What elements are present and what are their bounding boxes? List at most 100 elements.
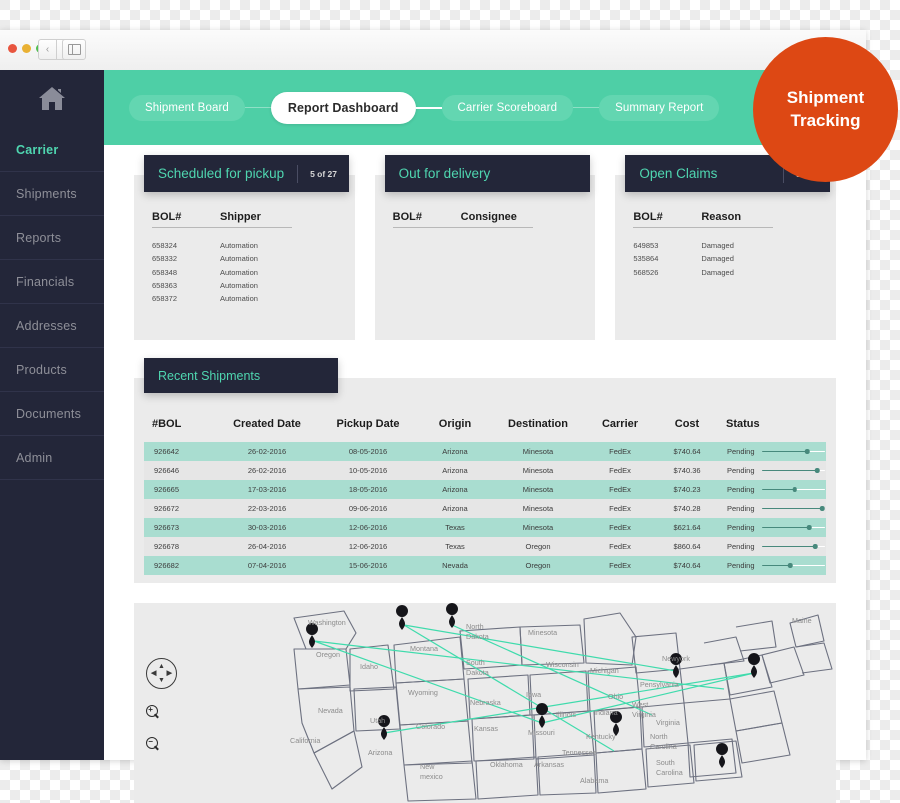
slider-fill xyxy=(761,564,791,567)
list-item[interactable]: 535864 Damaged xyxy=(633,252,836,265)
progress-slider[interactable] xyxy=(761,543,825,550)
svg-text:Oklahoma: Oklahoma xyxy=(490,760,523,769)
destination-cell: Minesota xyxy=(492,442,584,461)
pan-left-arrow[interactable]: ◀ xyxy=(151,670,156,677)
sidebar-item-documents[interactable]: Documents xyxy=(0,391,104,435)
pan-down-arrow[interactable]: ▼ xyxy=(158,677,165,684)
shipment-map[interactable]: ▲ ▼ ◀ ▶ + − Washington Oregon Idaho Mont… xyxy=(134,603,836,803)
sidebar-item-products[interactable]: Products xyxy=(0,347,104,391)
slider-knob[interactable] xyxy=(813,544,818,549)
column-header-destination: Destination xyxy=(508,418,568,430)
shipper-value: Automation xyxy=(220,267,258,277)
zoom-out-icon[interactable]: − xyxy=(146,737,162,753)
close-window-button[interactable] xyxy=(8,44,17,53)
svg-text:Pensylvania: Pensylvania xyxy=(640,680,679,689)
tab-shipment-board[interactable]: Shipment Board xyxy=(129,94,245,121)
sidebar-home-icon[interactable] xyxy=(0,70,104,128)
table-row[interactable]: 926678 26-04-2016 12-06-2016 Texas Oregon Fed… xyxy=(144,537,826,556)
tab-report-dashboard[interactable]: Report Dashboard xyxy=(270,91,416,124)
back-button[interactable]: ‹ xyxy=(38,39,57,60)
table-row[interactable]: 926646 26-02-2016 10-05-2016 Arizona Minesot… xyxy=(144,461,826,480)
progress-slider[interactable] xyxy=(761,486,825,493)
svg-text:Kansas: Kansas xyxy=(474,724,498,733)
zoom-in-icon[interactable]: + xyxy=(146,705,162,721)
pickup-date-cell: 12-06-2016 xyxy=(318,537,418,556)
status-badge: Pending xyxy=(727,542,755,551)
created-date-cell: 07-04-2016 xyxy=(216,556,318,575)
slider-knob[interactable] xyxy=(806,525,812,530)
list-item[interactable]: 658332 Automation xyxy=(152,252,355,265)
browser-window: ‹ › ⎙ ✉ ⌂ localhost/node/Finance/TMS ↻ C… xyxy=(0,30,898,803)
summary-cards: Scheduled for pickup 5 of 27 BOL# Shippe… xyxy=(104,145,866,340)
svg-text:Michigan: Michigan xyxy=(590,666,619,675)
svg-text:North: North xyxy=(650,732,668,741)
bol-value: 658363 xyxy=(152,281,178,291)
table-row[interactable]: 926665 17-03-2016 18-05-2016 Arizona Minesot… xyxy=(144,480,826,499)
progress-slider[interactable] xyxy=(761,524,825,531)
sidebar-item-shipments[interactable]: Shipments xyxy=(0,171,104,215)
slider-knob[interactable] xyxy=(787,563,793,568)
slider-knob[interactable] xyxy=(815,468,820,473)
created-date-cell: 22-03-2016 xyxy=(216,499,318,518)
reason-value: Damaged xyxy=(701,267,734,277)
tab-summary-report[interactable]: Summary Report xyxy=(599,94,720,121)
carrier-cell: FedEx xyxy=(584,461,656,480)
table-row[interactable]: 926682 07-04-2016 15-06-2016 Nevada Oregon Fe… xyxy=(144,556,826,575)
progress-slider[interactable] xyxy=(761,505,825,512)
svg-text:Dakota: Dakota xyxy=(466,668,489,677)
tab-carrier-scoreboard[interactable]: Carrier Scoreboard xyxy=(441,94,574,121)
table-row[interactable]: 926673 30-03-2016 12-06-2016 Texas Minesota F… xyxy=(144,518,826,537)
shipper-value: Automation xyxy=(220,254,258,264)
pickup-date-cell: 12-06-2016 xyxy=(318,518,418,537)
svg-text:Dakota: Dakota xyxy=(466,632,489,641)
pan-right-arrow[interactable]: ▶ xyxy=(167,670,172,677)
sidebar-item-financials[interactable]: Financials xyxy=(0,259,104,303)
column-header-origin: Origin xyxy=(438,418,472,430)
svg-text:Tennessee: Tennessee xyxy=(562,748,597,757)
svg-text:Ohio: Ohio xyxy=(608,692,623,701)
slider-knob[interactable] xyxy=(820,506,825,511)
sidebar-item-addresses[interactable]: Addresses xyxy=(0,303,104,347)
shipper-value: Automation xyxy=(220,294,258,304)
destination-cell: Minesota xyxy=(492,461,584,480)
list-item[interactable]: 658348 Automation xyxy=(152,266,355,279)
table-row[interactable]: 926672 22-03-2016 09-06-2016 Arizona Minesot… xyxy=(144,499,826,518)
bol-value: 658324 xyxy=(152,241,178,250)
status-badge: Pending xyxy=(727,485,755,494)
destination-cell: Minesota xyxy=(492,499,584,518)
list-item[interactable]: 658363 Automation xyxy=(152,279,355,292)
sidebar-item-carrier[interactable]: Carrier xyxy=(0,128,104,171)
sidebar-item-admin[interactable]: Admin xyxy=(0,435,104,480)
slider-knob[interactable] xyxy=(792,487,797,492)
bol-value: 658348 xyxy=(152,267,178,277)
sidebar-toggle-button[interactable] xyxy=(62,39,86,60)
card-header: Scheduled for pickup 5 of 27 xyxy=(144,155,349,192)
pan-control-icon[interactable]: ▲ ▼ ◀ ▶ xyxy=(146,658,177,689)
carrier-cell: FedEx xyxy=(584,537,656,556)
svg-text:Minesota: Minesota xyxy=(528,628,557,637)
status-cell: Pending xyxy=(718,556,826,575)
slider-knob[interactable] xyxy=(804,449,810,454)
progress-slider[interactable] xyxy=(761,448,825,455)
svg-text:Indiana: Indiana xyxy=(594,708,618,717)
progress-slider[interactable] xyxy=(761,467,825,474)
column-header-carrier: Carrier xyxy=(601,418,639,430)
origin-cell: Texas xyxy=(418,537,492,556)
list-item[interactable]: 568526 Damaged xyxy=(633,266,836,279)
table-header-row: #BOL Created Date Pickup Date Origin Des… xyxy=(144,414,826,442)
origin-cell: Texas xyxy=(418,518,492,537)
column-header: BOL# xyxy=(633,211,702,228)
shipper-value: Automation xyxy=(220,281,258,291)
sidebar-item-reports[interactable]: Reports xyxy=(0,215,104,259)
progress-slider[interactable] xyxy=(761,562,825,569)
table-row[interactable]: 926642 26-02-2016 08-05-2016 Arizona Minesot… xyxy=(144,442,826,461)
list-item[interactable]: 658324 Automation xyxy=(152,239,355,252)
svg-text:Alabama: Alabama xyxy=(580,776,608,785)
slider-fill xyxy=(761,526,810,529)
pan-up-arrow[interactable]: ▲ xyxy=(158,663,165,670)
list-item[interactable]: 658372 Automation xyxy=(152,292,355,305)
sidebar-item-label: Admin xyxy=(16,450,53,465)
list-item[interactable]: 649853 Damaged xyxy=(633,239,836,252)
minimize-window-button[interactable] xyxy=(22,44,31,53)
recent-shipments-panel: Recent Shipments #BOL Created Date Picku… xyxy=(134,358,836,583)
